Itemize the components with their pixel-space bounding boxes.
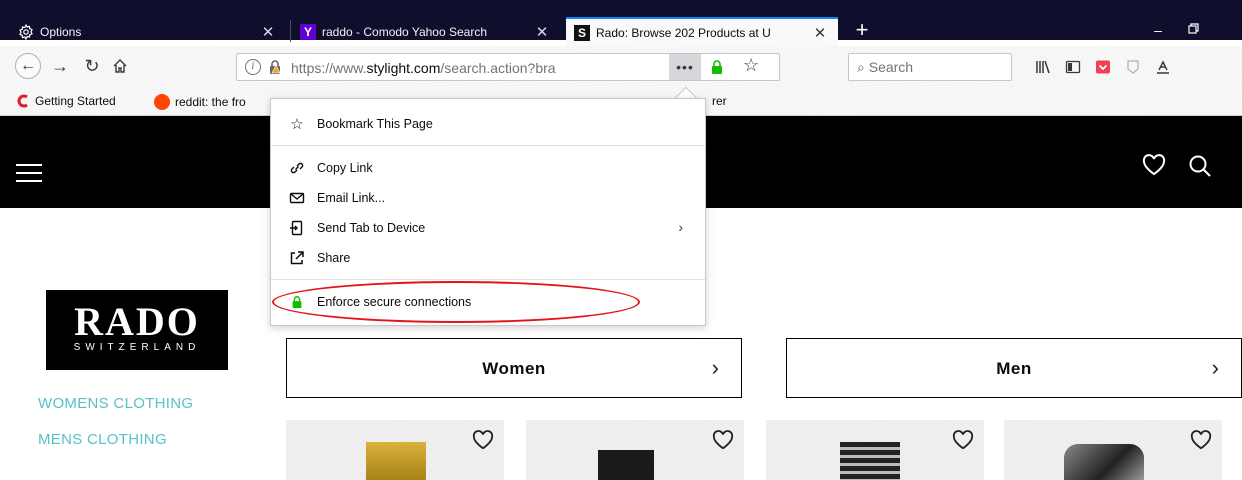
men-button[interactable]: Men › [786,338,1242,398]
url-bar[interactable]: i https://www.stylight.com/search.action… [236,53,780,81]
bookmark-reddit[interactable]: reddit: the fro [154,94,246,110]
restore-button[interactable] [1182,22,1206,38]
link-icon [289,160,305,176]
product-card[interactable] [526,420,744,480]
product-image [598,450,654,480]
brand-name: RADO [74,299,200,344]
gear-icon [18,24,34,40]
menu-item-send-tab[interactable]: Send Tab to Device › [271,215,705,241]
green-lock-icon[interactable] [711,59,723,75]
menu-item-label: Email Link... [317,191,386,205]
new-tab-button[interactable]: + [848,19,876,41]
page-actions-button[interactable]: ••• [669,54,701,80]
bookmark-label: reddit: the fro [175,95,246,109]
product-card[interactable] [766,420,984,480]
men-button-label: Men [996,359,1032,378]
menu-item-email-link[interactable]: Email Link... [271,185,705,211]
menu-separator [271,279,705,280]
close-icon[interactable]: ✕ [532,23,552,41]
navigation-toolbar: ← → ↻ i https://www.stylight.com/search.… [0,46,1242,86]
tab-strip: Options ✕ Y raddo - Comodo Yahoo Search … [0,0,1242,46]
restore-icon [1188,23,1199,34]
close-icon[interactable]: ✕ [258,23,278,41]
product-card[interactable] [1004,420,1222,480]
hamburger-menu-icon[interactable] [16,164,42,184]
email-icon [289,190,305,206]
yahoo-icon: Y [300,24,316,40]
category-link-mens[interactable]: MENS CLOTHING [38,431,167,448]
menu-item-label: Share [317,251,351,265]
bookmark-label: rer [712,94,727,108]
brand-logo: RADO SWITZERLAND [46,290,228,370]
bookmark-label: Getting Started [35,94,116,108]
back-arrow-icon: ← [15,53,41,79]
send-tab-icon [289,220,305,236]
menu-item-copy-link[interactable]: Copy Link [271,155,705,181]
library-icon[interactable] [1034,58,1052,76]
menu-item-bookmark-page[interactable]: ☆ Bookmark This Page [271,111,705,137]
chevron-right-icon: › [1211,355,1219,380]
women-button-label: Women [482,359,546,378]
category-link-womens[interactable]: WOMENS CLOTHING [38,395,193,412]
search-input[interactable]: ⌕ Search [848,53,1012,81]
heart-icon[interactable] [472,430,494,450]
close-icon[interactable]: ✕ [810,24,830,42]
heart-icon[interactable] [952,430,974,450]
bookmark-other[interactable]: rer [712,94,727,108]
chevron-right-icon: › [711,355,719,380]
reload-button[interactable]: ↻ [78,53,106,79]
home-button[interactable] [106,53,134,79]
product-image [840,442,900,480]
pocket-icon[interactable] [1094,58,1112,76]
highlight-annotation [272,281,640,323]
forward-arrow-icon: → [51,55,69,76]
women-button[interactable]: Women › [286,338,742,398]
share-icon [289,250,305,266]
minimize-button[interactable]: – [1146,22,1170,38]
menu-item-label: Bookmark This Page [317,117,433,131]
screenshot-icon[interactable] [1154,58,1172,76]
reddit-icon [154,94,170,110]
tab-title: raddo - Comodo Yahoo Search [322,25,487,39]
url-prefix: https://www. [291,60,367,76]
bookmark-star-icon[interactable]: ☆ [743,55,759,76]
menu-item-label: Copy Link [317,161,373,175]
url-text: https://www.stylight.com/search.action?b… [291,60,671,76]
product-image [366,442,426,480]
site-info-icon[interactable]: i [245,59,261,75]
search-placeholder: Search [868,59,914,75]
getting-started-icon [17,94,28,108]
brand-subtitle: SWITZERLAND [73,342,201,353]
bookmark-getting-started[interactable]: Getting Started [16,94,116,108]
tab-title: Options [40,25,82,39]
back-button[interactable]: ← [14,53,42,79]
reload-icon: ↻ [84,55,100,76]
heart-icon[interactable] [1142,154,1166,176]
tab-separator [290,20,291,42]
forward-button[interactable]: → [46,53,74,79]
heart-icon[interactable] [1190,430,1212,450]
search-icon: ⌕ [857,59,865,75]
url-path: /search.action?bra [440,60,556,76]
tab-rado-stylight[interactable]: S Rado: Browse 202 Products at U ✕ [566,17,838,46]
sidebar-icon[interactable] [1064,58,1082,76]
search-icon[interactable] [1188,154,1212,178]
tab-title: Rado: Browse 202 Products at U [596,25,771,40]
mixed-content-lock-icon[interactable] [267,59,283,75]
heart-icon[interactable] [712,430,734,450]
menu-separator [271,145,705,146]
save-page-icon[interactable] [1124,58,1142,76]
star-icon: ☆ [290,116,304,133]
tab-yahoo-search[interactable]: Y raddo - Comodo Yahoo Search ✕ [292,18,560,46]
product-card[interactable] [286,420,504,480]
tab-options[interactable]: Options ✕ [10,18,286,46]
chevron-right-icon: › [678,219,683,235]
stylight-icon: S [574,24,590,41]
url-domain: stylight.com [366,60,441,76]
home-icon [113,59,127,73]
menu-item-share[interactable]: Share [271,245,705,271]
product-image [1064,444,1144,480]
menu-item-label: Send Tab to Device [317,221,426,235]
